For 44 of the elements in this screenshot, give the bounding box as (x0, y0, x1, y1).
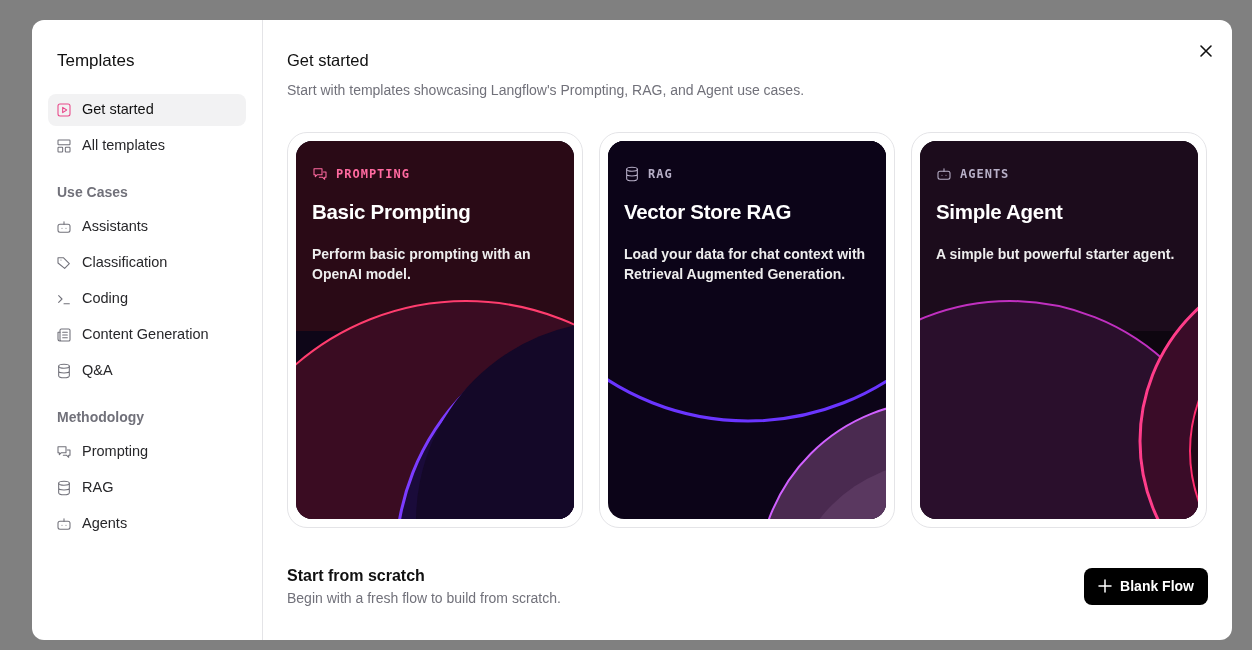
sidebar-item[interactable]: Get started (48, 93, 246, 126)
layout-icon (56, 137, 72, 154)
chat-icon (56, 443, 72, 460)
card-title: Basic Prompting (312, 198, 472, 225)
sidebar-item[interactable]: Coding (48, 282, 246, 315)
robot-icon (56, 515, 72, 532)
category-tag: PROMPTING (312, 164, 411, 183)
card-title: Simple Agent (936, 198, 1064, 225)
sidebar-item[interactable]: RAG (48, 471, 246, 504)
sidebar-title: Templates (57, 50, 136, 72)
sidebar-item[interactable]: Assistants (48, 210, 246, 243)
category-tag: AGENTS (936, 164, 1010, 183)
sidebar-item[interactable]: Classification (48, 246, 246, 279)
robot-icon (936, 165, 952, 182)
card-description: Load your data for chat context with Retrieval Augmented Generation. (624, 244, 867, 284)
blank-flow-button[interactable]: Blank Flow (1084, 567, 1208, 605)
database-icon (56, 362, 72, 379)
section-title: Start from scratch (287, 565, 426, 586)
section-title: Get started (287, 50, 370, 71)
card-title: Vector Store RAG (624, 198, 793, 225)
section-subtitle: Begin with a fresh flow to build from scratch. (287, 588, 561, 608)
newspaper-icon (56, 326, 72, 343)
template-card[interactable]: RAG Vector Store RAG Load your data for chat context with Retrieval Augmented Generation. (599, 131, 895, 528)
close-icon (1198, 42, 1214, 59)
play-icon (56, 101, 72, 118)
card-description: A simple but powerful starter agent. (936, 244, 1176, 264)
robot-icon (56, 218, 72, 235)
database-icon (56, 479, 72, 496)
sidebar-item[interactable]: Agents (48, 507, 246, 540)
section-heading: Methodology (57, 407, 146, 427)
chat-icon (312, 165, 328, 182)
sidebar-item[interactable]: Q&A (48, 354, 246, 387)
category-tag: RAG (624, 164, 673, 183)
sidebar-item[interactable]: Prompting (48, 435, 246, 468)
section-heading: Use Cases (57, 182, 129, 202)
template-card[interactable]: AGENTS Simple Agent A simple but powerful starter agent. (911, 131, 1207, 528)
sidebar-item[interactable]: Content Generation (48, 318, 246, 351)
section-subtitle: Start with templates showcasing Langflow's Prompting, RAG, and Agent use cases. (287, 80, 806, 100)
database-icon (624, 165, 640, 182)
tag-icon (56, 254, 72, 271)
card-description: Perform basic prompting with an OpenAI model. (312, 244, 532, 284)
sidebar-item[interactable]: All templates (48, 129, 246, 162)
template-card[interactable]: PROMPTING Basic Prompting Perform basic prompting with an OpenAI model. (287, 131, 583, 528)
plus-icon (1098, 579, 1113, 594)
